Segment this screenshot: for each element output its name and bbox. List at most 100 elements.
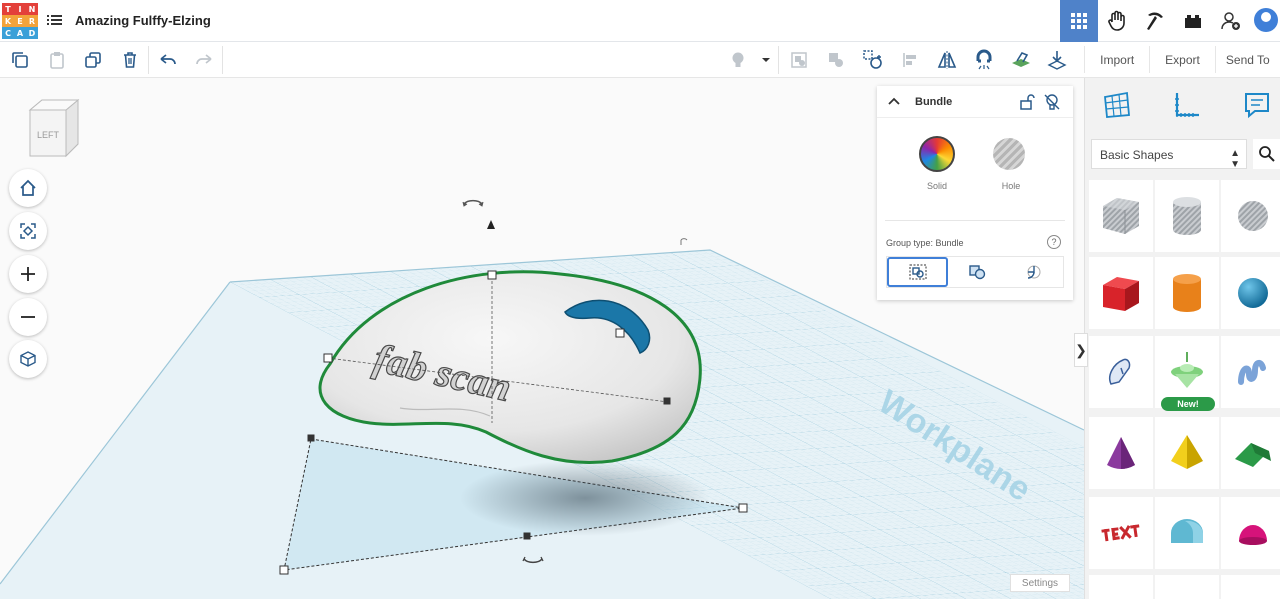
- undo-button[interactable]: [157, 49, 179, 71]
- shape-library-select[interactable]: Basic Shapes ▲ ▼: [1091, 139, 1247, 170]
- object-shadow: [460, 460, 710, 536]
- zoom-out-button[interactable]: [9, 298, 47, 336]
- minecraft-button[interactable]: [1136, 0, 1174, 42]
- group-type-intersect-button[interactable]: [1006, 257, 1063, 287]
- shape-search-button[interactable]: [1253, 139, 1280, 169]
- shape-tile-half-cylinder[interactable]: [1155, 497, 1219, 569]
- rotate-handle-top[interactable]: [463, 199, 483, 205]
- sphere-hole-icon: [1238, 201, 1268, 231]
- lift-handle-icon[interactable]: [487, 220, 495, 229]
- workplane-tool-button[interactable]: [1100, 88, 1134, 122]
- drop-button[interactable]: [1046, 49, 1068, 71]
- copy-button[interactable]: [9, 49, 31, 71]
- spinning-top-icon: [1171, 352, 1203, 388]
- shape-tile-box[interactable]: [1089, 257, 1153, 329]
- tinkercad-logo[interactable]: TINKERCAD: [2, 3, 38, 39]
- box-icon: [1103, 277, 1139, 311]
- roof-icon: [1235, 443, 1271, 467]
- 3d-design-view-button[interactable]: [1060, 0, 1098, 42]
- shape-tile-box-hole[interactable]: [1089, 180, 1153, 252]
- workplane-button[interactable]: [1010, 49, 1032, 71]
- zoom-in-button[interactable]: [9, 255, 47, 293]
- shape-tile-sphere-hole[interactable]: [1221, 180, 1280, 252]
- paste-icon: [50, 52, 64, 69]
- note-icon: [1245, 93, 1269, 119]
- fit-view-button[interactable]: [9, 212, 47, 250]
- unlock-icon[interactable]: [1018, 93, 1036, 111]
- shape-library-label: Basic Shapes: [1100, 148, 1174, 162]
- shape-tile-partial-1[interactable]: [1089, 575, 1153, 599]
- shape-tile-sphere[interactable]: [1221, 257, 1280, 329]
- cruise-button[interactable]: [862, 49, 884, 71]
- shape-tile-cone[interactable]: [1089, 417, 1153, 489]
- group-icon: [791, 52, 807, 68]
- top-bar: TINKERCAD Amazing Fulffy-Elzing: [0, 0, 1280, 42]
- sim-lab-button[interactable]: [1098, 0, 1136, 42]
- shape-tile-pyramid[interactable]: [1155, 417, 1219, 489]
- magnet-button[interactable]: [973, 49, 995, 71]
- shape-tile-cylinder-hole[interactable]: [1155, 180, 1219, 252]
- settings-button[interactable]: Settings: [1010, 574, 1070, 592]
- box-hole-icon: [1103, 198, 1139, 234]
- notes-tool-button[interactable]: [1240, 88, 1274, 122]
- home-view-button[interactable]: [9, 169, 47, 207]
- invite-user-button[interactable]: [1212, 0, 1250, 42]
- logo-letter: E: [14, 15, 26, 27]
- group-type-merge-button[interactable]: [948, 257, 1005, 287]
- shape-inspector: Bundle Solid Hole Group type: Bundle ?: [877, 86, 1073, 300]
- bundle-icon: [909, 264, 927, 280]
- shape-tile-partial-3[interactable]: [1221, 575, 1280, 599]
- perspective-button[interactable]: [9, 340, 47, 378]
- group-button[interactable]: [788, 49, 810, 71]
- design-title[interactable]: Amazing Fulffy-Elzing: [75, 13, 211, 28]
- delete-button[interactable]: [119, 49, 141, 71]
- view-switcher: [1060, 0, 1280, 42]
- shape-tile-paraboloid[interactable]: [1221, 497, 1280, 569]
- align-icon: [903, 53, 916, 67]
- ruler-tool-button[interactable]: [1170, 88, 1204, 122]
- inspector-title: Bundle: [915, 96, 953, 108]
- shape-tile-text-wave[interactable]: [1221, 336, 1280, 408]
- logo-letter: N: [26, 3, 38, 15]
- solid-label: Solid: [926, 181, 947, 191]
- duplicate-button[interactable]: [82, 49, 104, 71]
- group-type-bundle-button[interactable]: [887, 257, 949, 287]
- pyramid-icon: [1171, 435, 1203, 469]
- view-cube[interactable]: LEFT: [28, 98, 80, 165]
- panel-mode-icons: [1085, 78, 1280, 134]
- panel-collapse-button[interactable]: ❯: [1074, 333, 1088, 367]
- hole-swatch[interactable]: [993, 138, 1025, 170]
- shape-tile-partial-2[interactable]: [1155, 575, 1219, 599]
- magnet-icon: [976, 49, 992, 70]
- shape-tile-roof[interactable]: [1221, 417, 1280, 489]
- solid-color-swatch[interactable]: [919, 136, 955, 172]
- shape-tile-scribble[interactable]: [1089, 336, 1153, 408]
- paste-button[interactable]: [46, 49, 68, 71]
- tinkercad-app: TINKERCAD Amazing Fulffy-Elzing Import E…: [0, 0, 1280, 599]
- hide-bulb-icon[interactable]: [1043, 93, 1061, 111]
- chevron-up-icon[interactable]: [887, 95, 901, 109]
- align-button[interactable]: [899, 49, 921, 71]
- mirror-button[interactable]: [936, 49, 958, 71]
- show-all-button[interactable]: [727, 49, 749, 71]
- shape-tile-cylinder[interactable]: [1155, 257, 1219, 329]
- design-menu-icon[interactable]: [47, 13, 62, 27]
- send-to-button[interactable]: Send To: [1214, 46, 1280, 73]
- redo-button[interactable]: [193, 49, 215, 71]
- show-options-dropdown[interactable]: [759, 49, 773, 71]
- undo-icon: [160, 54, 176, 65]
- export-button[interactable]: Export: [1149, 46, 1214, 73]
- inspector-header: Bundle: [877, 86, 1073, 118]
- shape-tile-text[interactable]: [1089, 497, 1153, 569]
- text-shape-icon: [1101, 524, 1140, 542]
- rotate-handle-side[interactable]: [680, 238, 688, 245]
- ungroup-button[interactable]: [825, 49, 847, 71]
- paraboloid-icon: [1239, 525, 1267, 545]
- chevron-right-icon: ❯: [1075, 341, 1087, 358]
- cube-icon: [20, 351, 36, 367]
- logo-letter: K: [2, 15, 14, 27]
- help-icon[interactable]: ?: [1047, 235, 1061, 249]
- profile-avatar[interactable]: [1250, 0, 1280, 42]
- import-button[interactable]: Import: [1084, 46, 1149, 73]
- bricks-button[interactable]: [1174, 0, 1212, 42]
